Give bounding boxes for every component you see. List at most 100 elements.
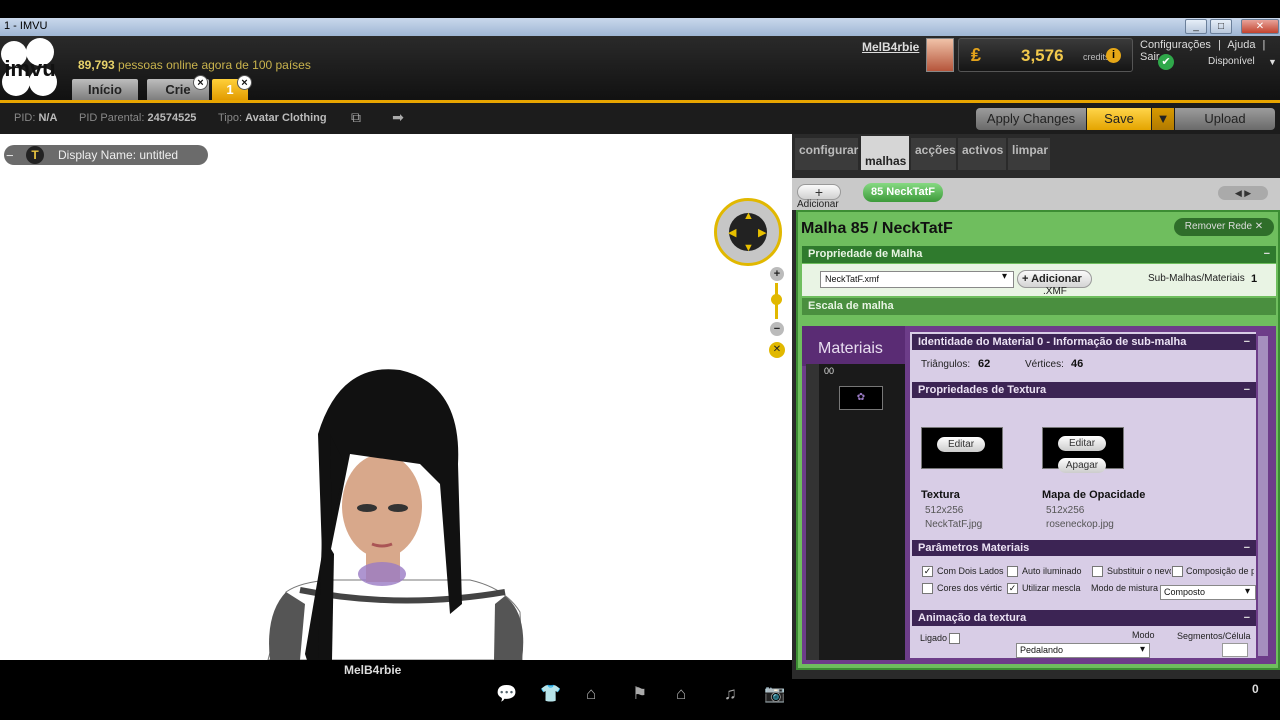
tab-inicio[interactable]: Início bbox=[72, 79, 138, 100]
close-window-button[interactable]: ✕ bbox=[1241, 19, 1279, 34]
info-icon[interactable]: i bbox=[1106, 48, 1121, 63]
arrow-up-icon[interactable]: ▲ bbox=[743, 210, 754, 222]
settings-link[interactable]: Configurações bbox=[1140, 39, 1211, 51]
composition-checkbox[interactable] bbox=[1172, 566, 1183, 577]
arrow-left-icon[interactable]: ◀ bbox=[728, 226, 736, 239]
chat-icon[interactable]: 💬 bbox=[496, 684, 517, 704]
3d-viewport[interactable] bbox=[0, 134, 792, 660]
triangles-label: Triângulos: bbox=[921, 359, 971, 370]
tab-crie-close-icon[interactable]: × bbox=[193, 75, 208, 90]
credits-currency-icon: ₤ bbox=[971, 45, 982, 65]
save-menu-chevron-icon[interactable]: ▼ bbox=[1152, 108, 1174, 130]
reset-view-icon[interactable]: ✕ bbox=[769, 342, 785, 358]
add-mesh-label: Adicionar bbox=[797, 199, 839, 210]
tab-session-close-icon[interactable]: × bbox=[237, 75, 252, 90]
two-sided-checkbox[interactable]: ✓ bbox=[922, 566, 933, 577]
chevron-down-icon[interactable]: ▾ bbox=[1245, 586, 1250, 597]
anim-segments-input[interactable] bbox=[1222, 643, 1248, 657]
material-identity-header[interactable]: Identidade do Material 0 - Informação de… bbox=[912, 334, 1256, 350]
avatar[interactable] bbox=[926, 38, 954, 72]
mesh-scale-header[interactable]: Escala de malha bbox=[802, 298, 1276, 315]
export-icon[interactable]: ➡ bbox=[388, 109, 408, 127]
credits-panel: ₤ 3,576 credits i bbox=[958, 38, 1133, 72]
online-label: pessoas online agora de 100 países bbox=[118, 58, 311, 72]
texture-animation-header[interactable]: Animação da textura − bbox=[912, 610, 1256, 626]
mesh-file-select[interactable]: NeckTatF.xmf bbox=[820, 271, 1014, 288]
tab-activos[interactable]: activos bbox=[958, 138, 1006, 170]
chevron-down-icon[interactable]: ▼ bbox=[1268, 57, 1277, 67]
chevron-down-icon[interactable]: ▾ bbox=[1002, 271, 1007, 282]
camera-icon[interactable]: 📷 bbox=[764, 684, 785, 704]
material-params-header[interactable]: Parâmetros Materiais − bbox=[912, 540, 1256, 556]
vertices-value: 46 bbox=[1071, 358, 1084, 370]
tab-accoes[interactable]: acções bbox=[911, 138, 956, 170]
mesh-nav-arrows[interactable]: ◀ ▶ bbox=[1218, 186, 1268, 200]
mesh-property-header[interactable]: Propriedade de Malha − bbox=[802, 246, 1276, 263]
arrow-right-icon[interactable]: ▶ bbox=[758, 226, 766, 239]
auto-lit-checkbox[interactable] bbox=[1007, 566, 1018, 577]
avatar-name-label: MelB4rbie bbox=[344, 663, 402, 677]
anim-on-checkbox[interactable] bbox=[949, 633, 960, 644]
parent-pid-info: PID Parental: 24574525 bbox=[79, 112, 197, 124]
help-link[interactable]: Ajuda bbox=[1227, 39, 1255, 51]
materials-scrollbar[interactable] bbox=[806, 364, 819, 660]
status-dropdown[interactable]: Disponível bbox=[1208, 56, 1255, 67]
collapse-icon[interactable]: − bbox=[1244, 540, 1250, 556]
anim-mode-select[interactable]: Pedalando bbox=[1016, 643, 1150, 658]
shirt-icon[interactable]: 👕 bbox=[540, 684, 561, 704]
upload-button[interactable]: Upload bbox=[1175, 108, 1275, 130]
chevron-down-icon[interactable]: ▾ bbox=[1140, 644, 1145, 655]
maximize-button[interactable]: □ bbox=[1210, 19, 1232, 34]
camera-pan-control[interactable]: ▲ ▼ ◀ ▶ bbox=[714, 198, 782, 266]
chair-icon[interactable]: ⚑ bbox=[632, 684, 647, 704]
arrow-down-icon[interactable]: ▼ bbox=[743, 242, 754, 254]
replace-fog-label: Substituir o nevo bbox=[1107, 566, 1171, 576]
opacity-label: Mapa de Opacidade bbox=[1042, 489, 1146, 501]
edit-opacity-button[interactable]: Editar bbox=[1058, 436, 1106, 451]
blend-mode-select[interactable]: Composto bbox=[1160, 585, 1256, 600]
hanger-icon[interactable]: ⌂ bbox=[586, 684, 596, 704]
replace-fog-checkbox[interactable] bbox=[1092, 566, 1103, 577]
apply-changes-button[interactable]: Apply Changes bbox=[976, 108, 1086, 130]
blend-mode-label: Modo de mistura bbox=[1091, 583, 1159, 593]
material-thumbnail[interactable]: ✿ bbox=[839, 386, 883, 410]
collapse-icon[interactable]: − bbox=[1264, 246, 1270, 263]
edit-texture-button[interactable]: Editar bbox=[937, 437, 985, 452]
windows-icon[interactable]: ⧉ bbox=[346, 109, 366, 127]
xmf-label: .XMF bbox=[1043, 286, 1067, 297]
delete-opacity-button[interactable]: Apagar bbox=[1058, 458, 1106, 473]
composition-label: Composição de p bbox=[1186, 566, 1254, 576]
zoom-slider-handle[interactable] bbox=[771, 294, 782, 305]
home-icon[interactable]: ⌂ bbox=[676, 684, 686, 704]
collapse-icon[interactable]: − bbox=[6, 148, 14, 163]
remove-mesh-button[interactable]: Remover Rede ✕ bbox=[1174, 218, 1274, 236]
tab-configurar[interactable]: configurar bbox=[795, 138, 858, 170]
material-item-label: 00 bbox=[824, 366, 835, 376]
detail-scrollbar[interactable] bbox=[1258, 336, 1268, 656]
collapse-icon[interactable]: − bbox=[1244, 382, 1250, 398]
zoom-out-icon[interactable]: − bbox=[770, 322, 784, 336]
add-mesh-button[interactable]: + bbox=[797, 184, 841, 200]
mesh-pill-85[interactable]: 85 NeckTatF bbox=[863, 183, 943, 202]
triangles-value: 62 bbox=[978, 358, 991, 370]
tab-limpar[interactable]: limpar bbox=[1008, 138, 1050, 170]
save-button[interactable]: Save bbox=[1087, 108, 1151, 130]
username-link[interactable]: MelB4rbie bbox=[862, 40, 919, 54]
texture-properties-header[interactable]: Propriedades de Textura − bbox=[912, 382, 1256, 398]
minimize-button[interactable]: _ bbox=[1185, 19, 1207, 34]
tab-malhas[interactable]: malhas bbox=[861, 136, 909, 170]
window-title: 1 - IMVU bbox=[4, 20, 48, 32]
collapse-icon[interactable]: − bbox=[1244, 334, 1250, 350]
collapse-icon[interactable]: − bbox=[1244, 610, 1250, 626]
music-icon[interactable]: ♫ bbox=[724, 684, 737, 704]
zoom-in-icon[interactable]: + bbox=[770, 267, 784, 281]
vertex-colors-checkbox[interactable] bbox=[922, 583, 933, 594]
logout-link[interactable]: Sair bbox=[1140, 51, 1160, 63]
opacity-size: 512x256 bbox=[1046, 505, 1085, 516]
use-blend-checkbox[interactable]: ✓ bbox=[1007, 583, 1018, 594]
texture-file: NeckTatF.jpg bbox=[925, 519, 983, 530]
imvu-logo[interactable]: imvu bbox=[0, 36, 60, 100]
link-separator: | bbox=[1218, 39, 1221, 51]
mesh-property-title: Propriedade de Malha bbox=[808, 248, 923, 260]
submesh-value: 1 bbox=[1251, 273, 1258, 285]
